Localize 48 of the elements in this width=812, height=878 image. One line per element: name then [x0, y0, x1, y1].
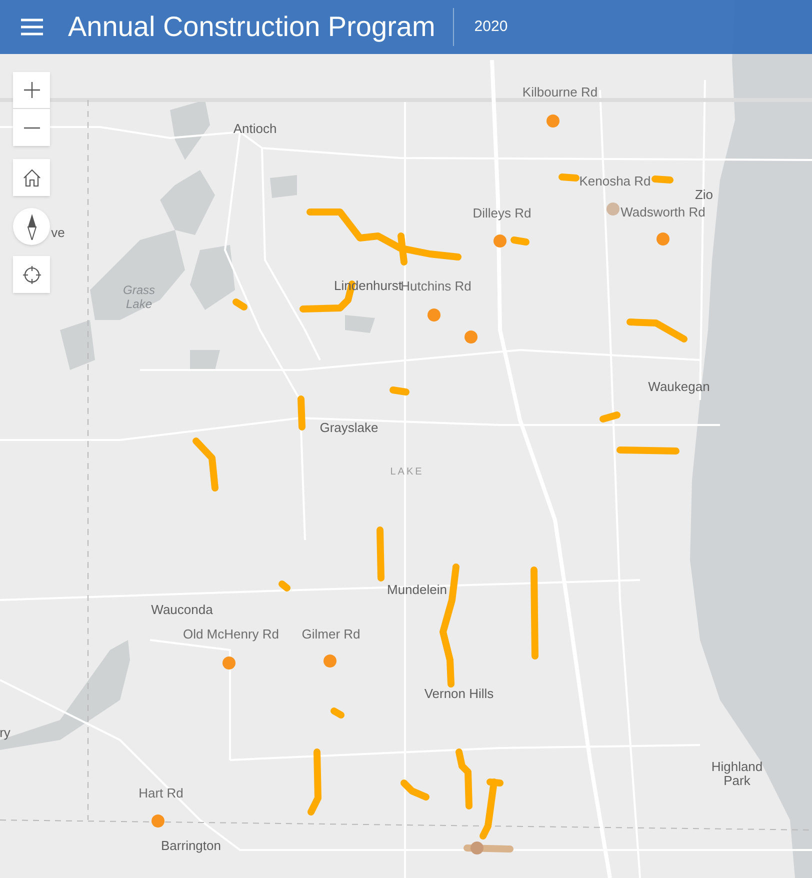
project-line[interactable] — [232, 298, 248, 310]
locate-button[interactable] — [13, 256, 50, 293]
home-icon — [22, 168, 40, 186]
map-label: ve — [51, 226, 65, 240]
project-line[interactable] — [600, 412, 620, 422]
map-label: Old McHenry Rd — [182, 625, 280, 644]
project-line[interactable] — [278, 580, 290, 592]
home-button[interactable] — [13, 159, 50, 196]
project-point[interactable] — [428, 308, 440, 322]
map-label: Grass Lake — [122, 283, 156, 311]
project-line[interactable] — [398, 232, 408, 266]
project-line[interactable] — [464, 844, 514, 852]
map-label: Waukegan — [648, 380, 710, 394]
map-label: Dilleys Rd — [472, 204, 532, 222]
project-point[interactable] — [324, 654, 336, 668]
map-label: Kilbourne Rd — [522, 83, 598, 102]
map-label: Wadsworth Rd — [620, 203, 706, 222]
project-point[interactable] — [470, 842, 484, 854]
map-label: Antioch — [233, 122, 277, 136]
app-title: Annual Construction Program — [68, 10, 436, 44]
project-point[interactable] — [222, 656, 236, 670]
map-label: Hart Rd — [138, 784, 184, 802]
map-label: Hutchins Rd — [400, 277, 472, 296]
project-point[interactable] — [546, 114, 560, 128]
plus-icon — [24, 82, 40, 98]
map-label: Mundelein — [387, 583, 447, 597]
map-label: LAKE — [390, 466, 424, 480]
menu-icon — [21, 18, 43, 36]
map-label: Zio — [694, 188, 714, 202]
map-label: Barrington — [161, 839, 221, 853]
map-label: Wauconda — [151, 603, 213, 617]
minus-icon — [24, 126, 40, 128]
project-line[interactable] — [456, 748, 472, 810]
project-point[interactable] — [464, 330, 478, 344]
compass-icon — [26, 214, 36, 240]
map-label: Kenosha Rd — [579, 172, 651, 190]
project-point[interactable] — [656, 232, 670, 246]
map-label: Vernon Hills — [424, 687, 494, 701]
locate-icon — [22, 266, 40, 284]
map-label: Grayslake — [320, 421, 378, 435]
map-label: Gilmer Rd — [302, 625, 360, 644]
map-label: ry — [0, 726, 10, 740]
project-point[interactable] — [152, 814, 164, 828]
project-point[interactable] — [494, 234, 506, 248]
project-line[interactable] — [400, 780, 430, 800]
app-subtitle: 2020 — [474, 16, 508, 37]
project-point[interactable] — [606, 202, 620, 216]
map-label: Highland Park — [710, 760, 764, 788]
